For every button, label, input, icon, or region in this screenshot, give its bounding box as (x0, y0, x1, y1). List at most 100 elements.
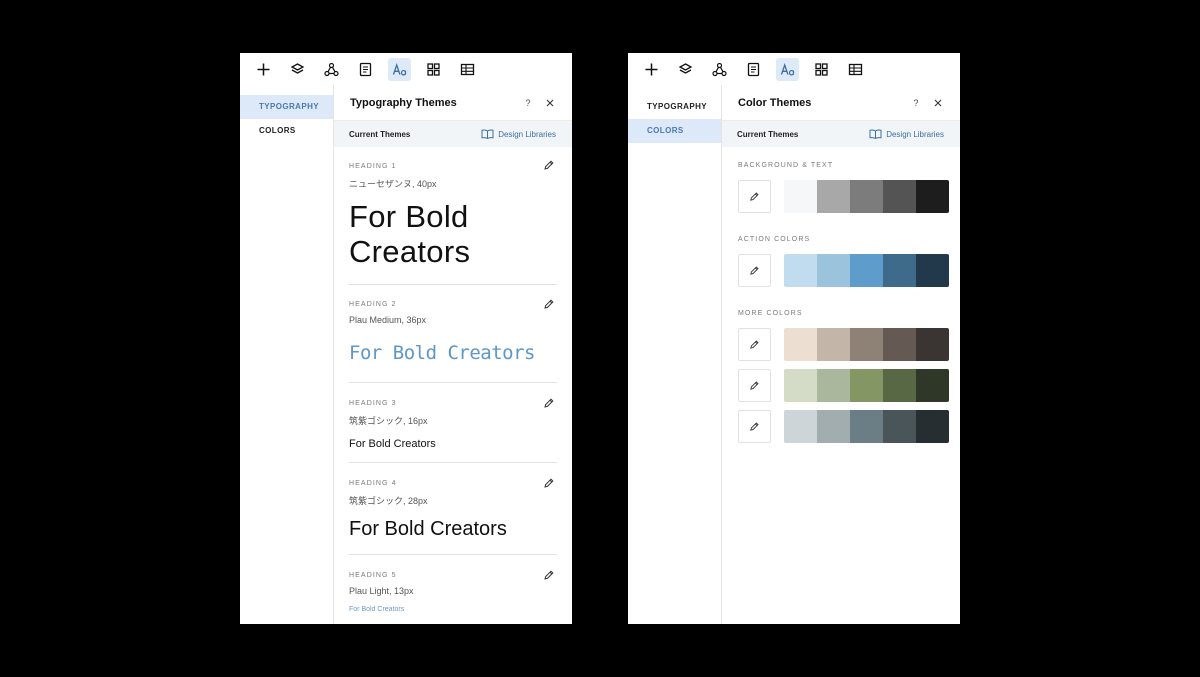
sidebar-item-typography[interactable]: TYPOGRAPHY (628, 95, 721, 119)
typography-tool-button[interactable] (776, 57, 799, 81)
color-swatch[interactable] (817, 254, 850, 287)
book-icon (481, 129, 494, 139)
edit-palette-button[interactable] (738, 410, 771, 443)
edit-heading-button[interactable] (543, 298, 555, 310)
current-themes-bar: Current Themes Design Libraries (722, 121, 960, 147)
heading-3-entry[interactable]: HEADING 3 筑紫ゴシック, 16px For Bold Creators (349, 383, 557, 463)
color-swatch[interactable] (850, 410, 883, 443)
heading-4-entry[interactable]: HEADING 4 筑紫ゴシック, 28px For Bold Creators (349, 463, 557, 555)
typography-icon (392, 62, 407, 75)
apps-grid-tool-button[interactable] (422, 58, 445, 81)
edit-heading-button[interactable] (543, 569, 555, 581)
color-swatch[interactable] (916, 254, 949, 287)
typography-panel: TYPOGRAPHY COLORS Typography Themes ? Cu… (240, 53, 572, 624)
apps-grid-tool-button[interactable] (810, 58, 833, 81)
heading-sample: For Bold Creators (349, 438, 436, 450)
color-swatch[interactable] (916, 328, 949, 361)
heading-spec: Plau Light, 13px (349, 586, 414, 596)
design-libraries-label: Design Libraries (886, 129, 944, 139)
color-swatch[interactable] (817, 410, 850, 443)
design-libraries-link[interactable]: Design Libraries (481, 129, 556, 139)
pencil-icon (544, 398, 554, 408)
toolbar (628, 53, 960, 85)
color-swatch[interactable] (850, 254, 883, 287)
color-swatch[interactable] (916, 180, 949, 213)
add-tool-button[interactable] (252, 58, 275, 81)
sidebar: TYPOGRAPHY COLORS (240, 85, 334, 624)
color-swatch[interactable] (850, 369, 883, 402)
color-swatch[interactable] (784, 410, 817, 443)
add-icon (257, 63, 270, 75)
help-button[interactable]: ? (905, 96, 927, 110)
sidebar-item-typography[interactable]: TYPOGRAPHY (240, 95, 333, 119)
connect-icon (324, 62, 339, 76)
connect-tool-button[interactable] (320, 58, 343, 81)
pencil-icon (750, 192, 759, 201)
apps-grid-icon (427, 62, 440, 76)
pencil-icon (750, 422, 759, 431)
sidebar-item-colors[interactable]: COLORS (240, 119, 333, 143)
heading-2-entry[interactable]: HEADING 2 Plau Medium, 36px For Bold Cre… (349, 285, 557, 383)
connect-icon (712, 62, 727, 76)
table-tool-button[interactable] (844, 58, 867, 81)
color-palette[interactable] (784, 180, 949, 213)
panel-header: Typography Themes ? (334, 85, 572, 121)
add-tool-button[interactable] (640, 58, 663, 81)
color-swatch[interactable] (817, 328, 850, 361)
color-swatch[interactable] (883, 180, 916, 213)
color-swatch[interactable] (916, 410, 949, 443)
edit-palette-button[interactable] (738, 369, 771, 402)
help-button[interactable]: ? (517, 96, 539, 110)
heading-5-entry[interactable]: HEADING 5 Plau Light, 13px For Bold Crea… (349, 555, 557, 624)
sidebar-item-colors[interactable]: COLORS (628, 119, 721, 143)
color-swatch[interactable] (817, 369, 850, 402)
typography-icon (780, 62, 795, 75)
color-swatch[interactable] (850, 180, 883, 213)
edit-palette-button[interactable] (738, 328, 771, 361)
connect-tool-button[interactable] (708, 58, 731, 81)
color-swatch[interactable] (883, 254, 916, 287)
edit-palette-button[interactable] (738, 254, 771, 287)
pencil-icon (750, 340, 759, 349)
color-swatch[interactable] (817, 180, 850, 213)
section-label: ACTION COLORS (738, 236, 811, 243)
edit-palette-button[interactable] (738, 180, 771, 213)
heading-1-entry[interactable]: HEADING 1 ニューセザンヌ, 40px For Bold Creator… (349, 147, 557, 285)
layers-tool-button[interactable] (674, 58, 697, 81)
color-swatch[interactable] (883, 328, 916, 361)
design-libraries-link[interactable]: Design Libraries (869, 129, 944, 139)
heading-sample: For Bold Creators (349, 606, 405, 613)
edit-heading-button[interactable] (543, 159, 555, 171)
color-palette[interactable] (784, 328, 949, 361)
color-palette[interactable] (784, 369, 949, 402)
color-swatch[interactable] (850, 328, 883, 361)
page-tool-button[interactable] (354, 58, 377, 81)
typography-tool-button[interactable] (388, 57, 411, 81)
pencil-icon (544, 570, 554, 580)
color-swatch[interactable] (883, 369, 916, 402)
heading-spec: 筑紫ゴシック, 16px (349, 416, 428, 426)
color-swatch[interactable] (883, 410, 916, 443)
palette-row (738, 410, 960, 443)
more-colors-section: MORE COLORS (722, 287, 960, 443)
current-themes-label: Current Themes (349, 129, 411, 139)
table-tool-button[interactable] (456, 58, 479, 81)
edit-heading-button[interactable] (543, 397, 555, 409)
pencil-icon (750, 266, 759, 275)
section-label: BACKGROUND & TEXT (738, 162, 834, 169)
color-swatch[interactable] (916, 369, 949, 402)
palette-row (738, 180, 960, 213)
layers-tool-button[interactable] (286, 58, 309, 81)
color-panel: TYPOGRAPHY COLORS Color Themes ? Current… (628, 53, 960, 624)
page-tool-button[interactable] (742, 58, 765, 81)
color-swatch[interactable] (784, 328, 817, 361)
color-palette[interactable] (784, 254, 949, 287)
close-icon (934, 99, 942, 106)
close-button[interactable] (927, 96, 949, 110)
close-button[interactable] (539, 96, 561, 110)
color-swatch[interactable] (784, 254, 817, 287)
color-swatch[interactable] (784, 180, 817, 213)
color-palette[interactable] (784, 410, 949, 443)
color-swatch[interactable] (784, 369, 817, 402)
edit-heading-button[interactable] (543, 477, 555, 489)
